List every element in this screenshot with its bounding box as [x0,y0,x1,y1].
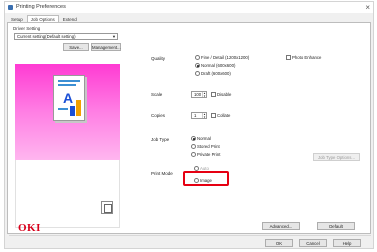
spinner-arrows-icon[interactable]: ▴ ▾ [202,92,206,98]
job-type-normal-radio[interactable]: Normal [191,136,211,142]
footer-divider [9,235,371,236]
quality-fine-radio[interactable]: Fine / Detail (1200x1200) [195,55,250,61]
window-title: Printing Preferences [16,4,66,10]
collate-checkbox[interactable]: Collate [211,113,231,119]
chart-bar-graphic [70,106,75,116]
oki-logo: OKI [18,222,41,234]
scale-spinner[interactable]: 100 ▴ ▾ [191,91,207,98]
job-type-normal-label: Normal [197,136,211,141]
quality-normal-label: Normal (600x600) [201,63,236,68]
cancel-button[interactable]: Cancel [299,239,327,247]
printing-preferences-dialog: Printing Preferences × Setup Job Options… [4,1,374,249]
preview-area-lower [15,160,120,228]
help-button[interactable]: Help [333,239,361,247]
page-thumbnail: A [53,75,85,121]
job-type-stored-radio[interactable]: Stored Print [191,144,220,150]
scale-disable-checkbox[interactable]: Disable [211,92,232,98]
copies-label: Copies [151,113,166,118]
advanced-button[interactable]: Advanced... [262,222,300,230]
title-bar: Printing Preferences × [5,2,373,13]
driver-setting-select[interactable]: Current setting(Default setting) ▼ [14,33,118,40]
management-button[interactable]: Management... [91,43,121,51]
orientation-icon [101,201,113,214]
quality-normal-radio[interactable]: Normal (600x600) [195,63,236,69]
scale-label: Scale [151,92,163,97]
document-preview: A [15,64,120,160]
job-type-options-button[interactable]: Job Type Options... [313,153,360,161]
quality-draft-radio[interactable]: Draft (600x600) [195,71,231,77]
text-line [58,108,68,110]
scale-disable-label: Disable [217,92,232,97]
job-options-panel: Driver Setting Current setting(Default s… [7,22,371,234]
close-icon[interactable]: × [365,2,370,13]
job-type-private-radio[interactable]: Private Print [191,152,221,158]
photo-enhance-checkbox[interactable]: Photo Enhance [286,55,322,61]
job-type-private-label: Private Print [197,152,221,157]
default-button[interactable]: Default [317,222,355,230]
driver-setting-value: Current setting(Default setting) [17,34,76,39]
copies-spinner[interactable]: 1 ▴ ▾ [191,112,207,119]
spinner-arrows-icon[interactable]: ▴ ▾ [202,113,206,119]
photo-enhance-label: Photo Enhance [292,55,322,60]
driver-setting-label: Driver Setting [13,26,41,31]
print-mode-label: Print Mode [151,171,173,176]
quality-draft-label: Draft (600x600) [201,71,231,76]
letter-a-graphic: A [63,90,74,106]
chevron-down-icon: ▼ [112,34,116,39]
scale-value: 100 [194,92,202,97]
quality-fine-label: Fine / Detail (1200x1200) [201,55,250,60]
save-button[interactable]: Save... [63,43,89,51]
quality-label: Quality [151,56,166,61]
ok-button[interactable]: OK [265,239,293,247]
collate-label: Collate [217,113,231,118]
text-line [58,80,80,82]
printer-icon [8,5,13,10]
job-type-stored-label: Stored Print [197,144,220,149]
job-type-label: Job Type [151,137,170,142]
image-option-highlight [183,171,229,186]
chart-bar-graphic [76,100,81,116]
text-line [58,84,76,86]
copies-value: 1 [194,113,197,118]
